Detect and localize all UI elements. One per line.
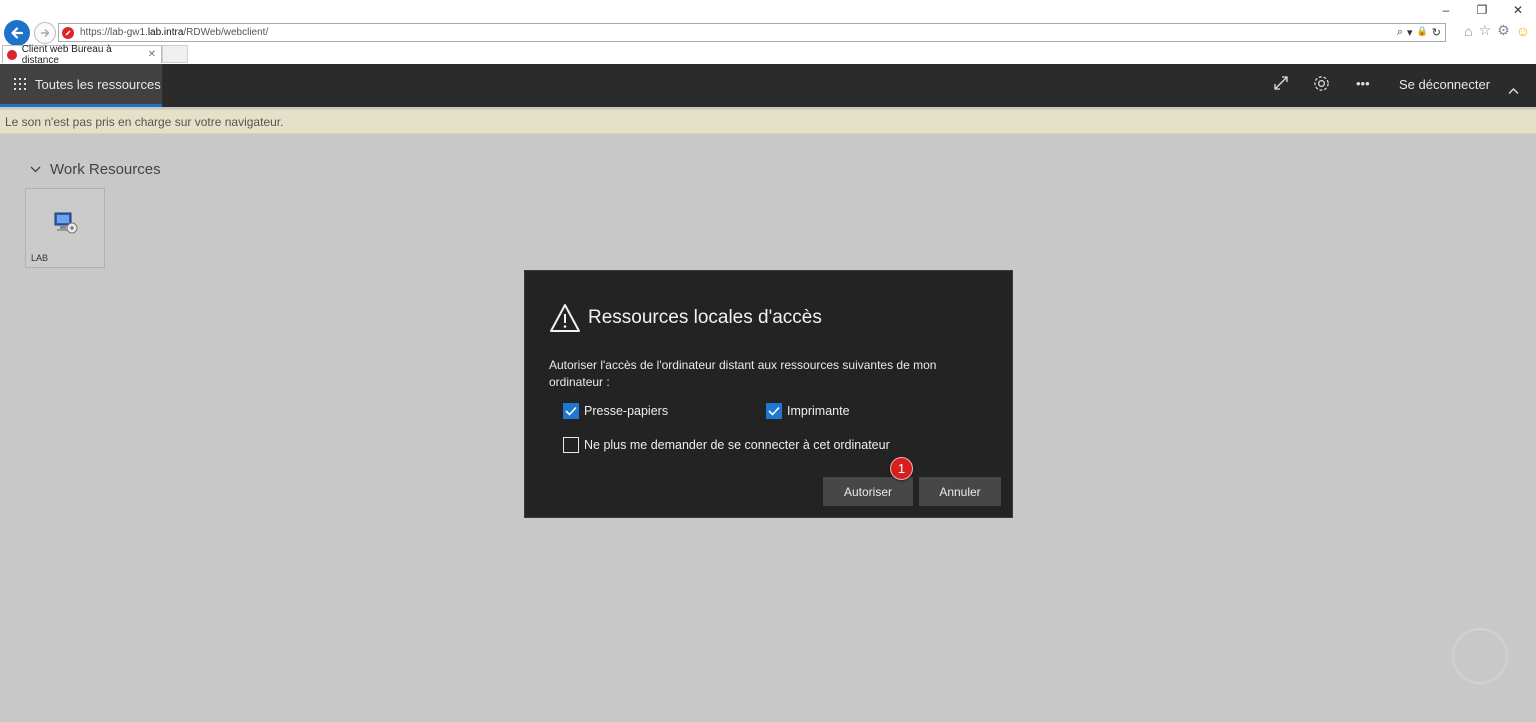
- address-url: https://lab-gw1.lab.intra/RDWeb/webclien…: [80, 27, 269, 38]
- dialog-title-text: Ressources locales d'accès: [588, 307, 822, 328]
- minimize-button[interactable]: –: [1428, 0, 1464, 20]
- refresh-icon[interactable]: ↻: [1432, 26, 1441, 39]
- local-resources-dialog: Ressources locales d'accès Autoriser l'a…: [524, 270, 1013, 518]
- lock-icon[interactable]: 🔒: [1417, 26, 1428, 39]
- new-tab-button[interactable]: [162, 45, 188, 63]
- home-icon[interactable]: ⌂: [1464, 23, 1472, 39]
- search-icon[interactable]: ⌕: [1397, 26, 1403, 39]
- all-resources-label: Toutes les ressources: [35, 76, 161, 92]
- app-bar: Toutes les ressources ••• Se déconnecter: [0, 64, 1536, 107]
- dont-ask-label: Ne plus me demander de se connecter à ce…: [584, 438, 890, 452]
- watermark-logo-icon: [1452, 628, 1508, 684]
- site-favicon-icon: [62, 26, 74, 39]
- printer-checkbox[interactable]: [766, 403, 782, 419]
- close-window-button[interactable]: ✕: [1500, 0, 1536, 20]
- browser-chrome: https://lab-gw1.lab.intra/RDWeb/webclien…: [0, 0, 1536, 66]
- apps-grid-icon: [14, 78, 26, 90]
- dropdown-icon[interactable]: ▾: [1407, 26, 1413, 39]
- back-arrow-icon: [11, 27, 24, 39]
- dialog-description: Autoriser l'accès de l'ordinateur distan…: [549, 358, 937, 389]
- tab-favicon-icon: [7, 49, 17, 60]
- more-options-icon[interactable]: •••: [1356, 76, 1370, 91]
- tab-close-icon[interactable]: ✕: [148, 49, 156, 60]
- browser-tab[interactable]: Client web Bureau à distance ✕: [2, 43, 162, 66]
- annotation-badge: 1: [890, 457, 913, 480]
- browser-toolbar: ⌂ ☆ ⚙ ☺: [1464, 22, 1530, 39]
- window-controls: – ❐ ✕: [1428, 0, 1536, 20]
- gear-icon[interactable]: ⚙: [1497, 22, 1510, 39]
- resource-group-header[interactable]: Work Resources: [30, 161, 161, 178]
- back-button[interactable]: [4, 20, 30, 46]
- group-title: Work Resources: [50, 161, 161, 178]
- chevron-up-icon[interactable]: [1508, 84, 1519, 98]
- address-tools: ⌕ ▾ 🔒 ↻: [1397, 26, 1445, 39]
- signout-button[interactable]: Se déconnecter: [1399, 77, 1490, 92]
- dialog-title: Ressources locales d'accès: [549, 303, 822, 333]
- checkmark-icon: [768, 406, 780, 416]
- printer-checkbox-row[interactable]: Imprimante: [766, 403, 850, 419]
- printer-label: Imprimante: [787, 404, 850, 418]
- resource-tile-lab[interactable]: LAB: [25, 188, 105, 268]
- dont-ask-checkbox[interactable]: [563, 437, 579, 453]
- address-bar[interactable]: https://lab-gw1.lab.intra/RDWeb/webclien…: [58, 23, 1446, 42]
- smiley-icon[interactable]: ☺: [1516, 23, 1530, 39]
- restore-button[interactable]: ❐: [1464, 0, 1500, 20]
- chevron-down-icon: [30, 164, 41, 176]
- forward-arrow-icon: [41, 28, 50, 38]
- remote-desktop-icon: [54, 212, 78, 234]
- dont-ask-checkbox-row[interactable]: Ne plus me demander de se connecter à ce…: [563, 437, 890, 453]
- favorites-star-icon[interactable]: ☆: [1479, 22, 1492, 39]
- notice-text: Le son n'est pas pris en charge sur votr…: [5, 114, 284, 129]
- checkmark-icon: [565, 406, 577, 416]
- allow-button[interactable]: Autoriser: [823, 477, 913, 506]
- clipboard-checkbox-row[interactable]: Presse-papiers: [563, 403, 668, 419]
- all-resources-tab[interactable]: Toutes les ressources: [0, 64, 162, 107]
- forward-button[interactable]: [34, 22, 56, 44]
- expand-icon[interactable]: [1272, 74, 1290, 97]
- warning-icon: [550, 304, 580, 332]
- cancel-button[interactable]: Annuler: [919, 477, 1001, 506]
- audio-notice-bar: Le son n'est pas pris en charge sur votr…: [0, 109, 1536, 134]
- settings-gear-icon[interactable]: [1312, 74, 1331, 98]
- clipboard-checkbox[interactable]: [563, 403, 579, 419]
- tab-title: Client web Bureau à distance: [21, 43, 112, 66]
- resource-tile-label: LAB: [31, 253, 49, 263]
- clipboard-label: Presse-papiers: [584, 404, 669, 418]
